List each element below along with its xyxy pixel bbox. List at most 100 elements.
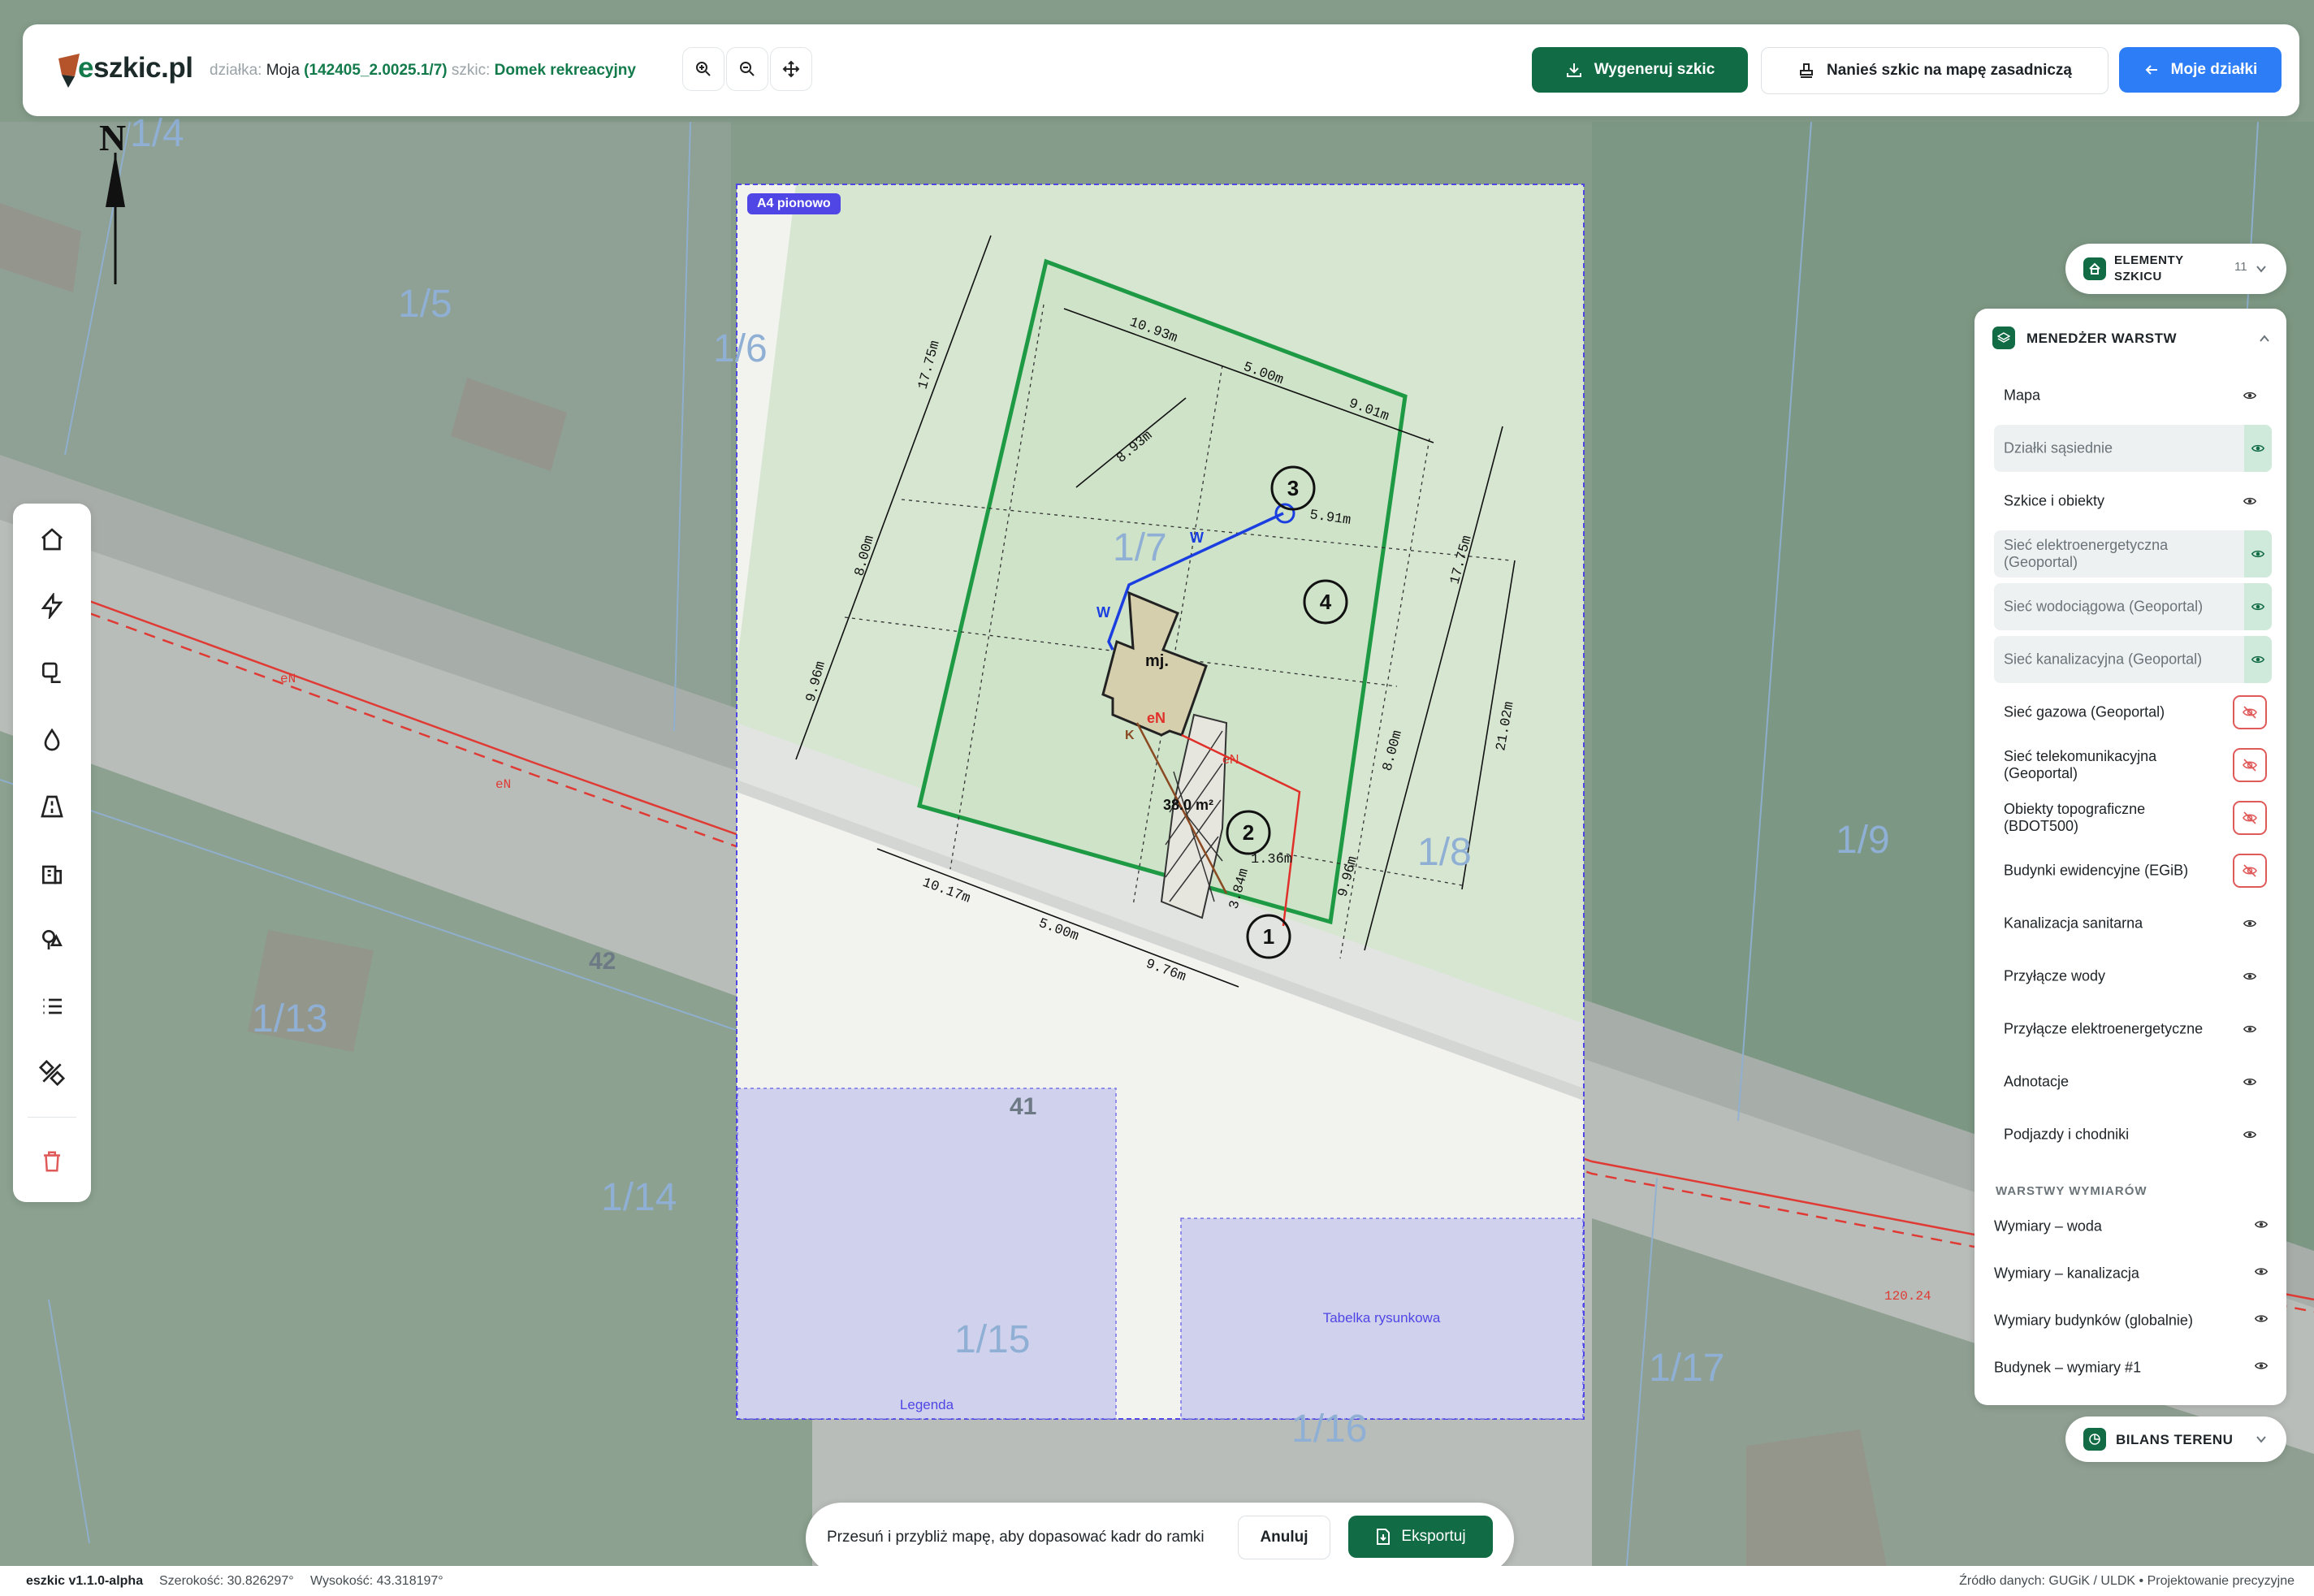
layers-chip: [1992, 327, 2015, 349]
zoom-in-icon: [696, 62, 711, 76]
eye-off-icon[interactable]: [2233, 801, 2267, 835]
eye-icon[interactable]: [2244, 636, 2272, 683]
north-label: N: [99, 117, 126, 158]
tool-sidebar: [13, 504, 91, 1202]
terrain-balance-panel[interactable]: BILANS TERENU: [2065, 1417, 2286, 1462]
dimension-layer-row[interactable]: Wymiary budynków (globalnie): [1994, 1304, 2272, 1337]
zoom-in-button[interactable]: [682, 47, 724, 91]
electric-label: eN: [1222, 753, 1239, 767]
road-tool[interactable]: [36, 790, 68, 823]
eye-off-icon[interactable]: [2233, 695, 2267, 729]
layer-row[interactable]: Sieć elektroenergetyczna (Geoportal): [1994, 530, 2272, 577]
file-export-icon: [1377, 1529, 1391, 1545]
cancel-button[interactable]: Anuluj: [1238, 1516, 1330, 1559]
layer-row[interactable]: Obiekty topograficzne (BDOT500): [1994, 794, 2272, 841]
elements-title: ELEMENTY SZKICU: [2114, 253, 2184, 283]
electric-tool[interactable]: [36, 590, 68, 622]
eye-off-icon[interactable]: [2233, 748, 2267, 782]
eye-icon[interactable]: [2254, 1312, 2269, 1330]
dimension-layer-name: Wymiary – kanalizacja: [1994, 1265, 2139, 1282]
layer-row[interactable]: Sieć wodociągowa (Geoportal): [1994, 583, 2272, 630]
chevron-down-icon: [2256, 1436, 2266, 1443]
layer-name: Sieć telekomunikacyjna (Geoportal): [2004, 748, 2157, 781]
svg-text:1/15: 1/15: [954, 1318, 1030, 1361]
dimension-layer-row[interactable]: Wymiary – kanalizacja: [1994, 1257, 2272, 1290]
terrain-chip: [2083, 1428, 2106, 1451]
eye-icon[interactable]: [2244, 530, 2272, 577]
terrain-title: BILANS TERENU: [2116, 1432, 2234, 1447]
layer-row[interactable]: Mapa: [1994, 372, 2272, 419]
layer-row[interactable]: Sieć gazowa (Geoportal): [1994, 689, 2272, 736]
eye-icon[interactable]: [2254, 1265, 2269, 1283]
home-tool[interactable]: [36, 523, 68, 556]
logo-text[interactable]: eszkic.pl: [78, 52, 193, 84]
eye-icon[interactable]: [2239, 966, 2260, 987]
eye-icon[interactable]: [2244, 583, 2272, 630]
delete-tool[interactable]: [36, 1145, 68, 1178]
elements-count: 11: [2234, 260, 2247, 274]
eye-icon[interactable]: [2239, 1071, 2260, 1092]
layers-chip: [2083, 257, 2106, 280]
eye-icon[interactable]: [2254, 1359, 2269, 1378]
export-button[interactable]: Eksportuj: [1348, 1516, 1493, 1558]
breadcrumb: działka: Moja (142405_2.0025.1/7) szkic:…: [210, 62, 636, 79]
layer-row[interactable]: Przyłącze wody: [1994, 953, 2272, 1000]
dimension-layer-row[interactable]: Budynek – wymiary #1: [1994, 1352, 2272, 1384]
eye-icon[interactable]: [2239, 491, 2260, 512]
svg-text:42: 42: [589, 948, 616, 975]
layer-name: Obiekty topograficzne (BDOT500): [2004, 801, 2146, 834]
layer-name: Przyłącze elektroenergetyczne: [2004, 1020, 2204, 1037]
water-label: W: [1096, 604, 1110, 621]
building-tool[interactable]: [36, 857, 68, 889]
svg-text:1.36m: 1.36m: [1251, 852, 1292, 867]
dimension-layer-name: Wymiary budynków (globalnie): [1994, 1312, 2193, 1329]
drain-tool[interactable]: [36, 657, 68, 690]
map-canvas[interactable]: 1/4 1/5 1/9 1/13 1/14 1/17 eN eN 120.24 …: [0, 0, 2314, 1596]
dimension-layer-row[interactable]: Wymiary – woda: [1994, 1210, 2272, 1243]
my-plots-button[interactable]: Moje działki: [2119, 47, 2282, 93]
legend-area[interactable]: [737, 1088, 1117, 1420]
eye-icon[interactable]: [2254, 1218, 2269, 1236]
layer-row[interactable]: Szkice i obiekty: [1994, 478, 2272, 525]
layer-name: Działki sąsiednie: [2004, 439, 2113, 456]
dimension-section-title: WARSTWY WYMIARÓW: [1996, 1184, 2147, 1198]
layer-row[interactable]: Sieć kanalizacyjna (Geoportal): [1994, 636, 2272, 683]
layer-row[interactable]: Kanalizacja sanitarna: [1994, 900, 2272, 947]
layer-row[interactable]: Podjazdy i chodniki: [1994, 1111, 2272, 1158]
road-icon: [41, 795, 63, 818]
list-tool[interactable]: [36, 990, 68, 1023]
svg-text:1/5: 1/5: [398, 283, 452, 326]
zoom-out-button[interactable]: [726, 47, 768, 91]
layer-manager-panel: MENEDŻER WARSTW Mapa Działki sąsiednie Szk…: [1974, 309, 2286, 1405]
top-bar: eszkic.pl działka: Moja (142405_2.0025.1…: [23, 24, 2299, 116]
pan-button[interactable]: [770, 47, 812, 91]
apply-to-base-map-button[interactable]: Nanieś szkic na mapę zasadniczą: [1761, 47, 2109, 94]
layer-row[interactable]: Budynki ewidencyjne (EGiB): [1994, 847, 2272, 894]
svg-text:1/9: 1/9: [1836, 819, 1890, 862]
eye-icon[interactable]: [2239, 1124, 2260, 1145]
home-icon: [41, 528, 63, 551]
layer-row[interactable]: Działki sąsiednie: [1994, 425, 2272, 472]
eye-icon[interactable]: [2239, 913, 2260, 934]
generate-sketch-button[interactable]: Wygeneruj szkic: [1532, 47, 1748, 93]
eye-icon[interactable]: [2239, 1019, 2260, 1040]
trees-tool[interactable]: [36, 923, 68, 956]
layer-name: Podjazdy i chodniki: [2004, 1126, 2130, 1143]
layer-row[interactable]: Adnotacje: [1994, 1058, 2272, 1105]
electric-label: eN: [1147, 710, 1166, 726]
data-source-label: Źródło danych: GUGiK / ULDK • Projektowa…: [1959, 1574, 2295, 1588]
eye-icon[interactable]: [2244, 425, 2272, 472]
zoom-out-icon: [740, 62, 755, 76]
chevron-up-icon[interactable]: [2259, 333, 2270, 344]
layer-row[interactable]: Przyłącze elektroenergetyczne: [1994, 1006, 2272, 1053]
layer-name: Szkice i obiekty: [2004, 492, 2105, 509]
layer-name: Sieć kanalizacyjna (Geoportal): [2004, 651, 2203, 668]
design-tool[interactable]: [36, 1057, 68, 1089]
eye-off-icon[interactable]: [2233, 854, 2267, 888]
sewer-label: K: [1125, 729, 1135, 742]
layer-row[interactable]: Sieć telekomunikacyjna (Geoportal): [1994, 742, 2272, 789]
svg-text:1/13: 1/13: [252, 997, 327, 1040]
eye-icon[interactable]: [2239, 385, 2260, 406]
water-tool[interactable]: [36, 724, 68, 756]
elements-panel[interactable]: ELEMENTY SZKICU 11: [2065, 244, 2286, 294]
